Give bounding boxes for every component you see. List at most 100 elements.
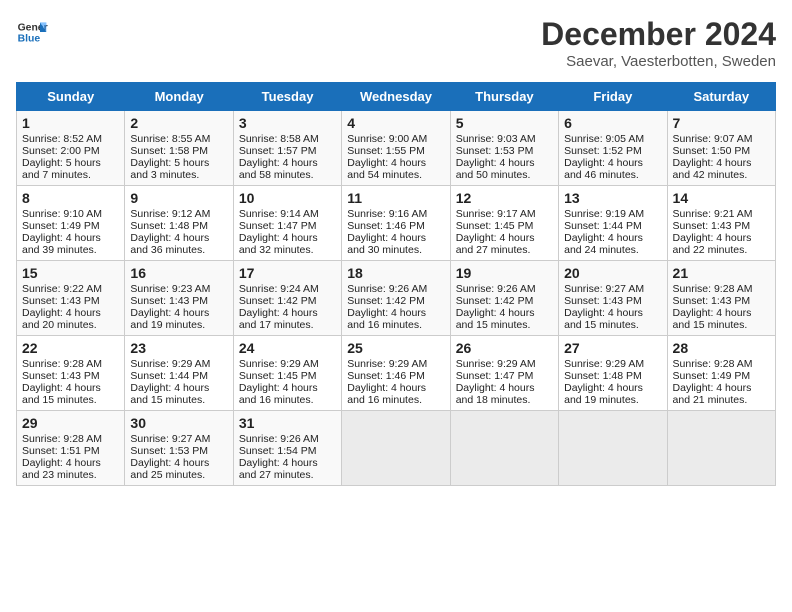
logo: General Blue bbox=[16, 16, 48, 48]
col-sunday: Sunday bbox=[17, 83, 125, 111]
daylight-text: Daylight: 4 hours and 15 minutes. bbox=[673, 307, 770, 331]
sunrise-text: Sunrise: 9:22 AM bbox=[22, 283, 119, 295]
calendar-week-row: 8Sunrise: 9:10 AMSunset: 1:49 PMDaylight… bbox=[17, 186, 776, 261]
daylight-text: Daylight: 5 hours and 7 minutes. bbox=[22, 157, 119, 181]
daylight-text: Daylight: 4 hours and 27 minutes. bbox=[239, 457, 336, 481]
table-row: 26Sunrise: 9:29 AMSunset: 1:47 PMDayligh… bbox=[450, 336, 558, 411]
day-number: 19 bbox=[456, 265, 553, 281]
daylight-text: Daylight: 4 hours and 20 minutes. bbox=[22, 307, 119, 331]
daylight-text: Daylight: 4 hours and 23 minutes. bbox=[22, 457, 119, 481]
sunset-text: Sunset: 1:46 PM bbox=[347, 370, 444, 382]
day-number: 26 bbox=[456, 340, 553, 356]
daylight-text: Daylight: 4 hours and 15 minutes. bbox=[130, 382, 227, 406]
table-row: 22Sunrise: 9:28 AMSunset: 1:43 PMDayligh… bbox=[17, 336, 125, 411]
day-number: 30 bbox=[130, 415, 227, 431]
col-monday: Monday bbox=[125, 83, 233, 111]
table-row: 14Sunrise: 9:21 AMSunset: 1:43 PMDayligh… bbox=[667, 186, 775, 261]
table-row: 3Sunrise: 8:58 AMSunset: 1:57 PMDaylight… bbox=[233, 111, 341, 186]
table-row: 20Sunrise: 9:27 AMSunset: 1:43 PMDayligh… bbox=[559, 261, 667, 336]
sunset-text: Sunset: 1:54 PM bbox=[239, 445, 336, 457]
sunrise-text: Sunrise: 8:55 AM bbox=[130, 133, 227, 145]
sunset-text: Sunset: 1:55 PM bbox=[347, 145, 444, 157]
sunset-text: Sunset: 2:00 PM bbox=[22, 145, 119, 157]
table-row: 27 Sunrise: 9:29 AMSunset: 1:48 PMDayligh… bbox=[559, 336, 667, 411]
sunrise-text: Sunrise: 9:29 AM bbox=[564, 358, 661, 370]
sunrise-text: Sunrise: 9:12 AM bbox=[130, 208, 227, 220]
day-number: 9 bbox=[130, 190, 227, 206]
daylight-text: Daylight: 4 hours and 32 minutes. bbox=[239, 232, 336, 256]
table-row: 15Sunrise: 9:22 AMSunset: 1:43 PMDayligh… bbox=[17, 261, 125, 336]
sunset-text: Sunset: 1:42 PM bbox=[239, 295, 336, 307]
sunrise-text: Sunrise: 9:26 AM bbox=[456, 283, 553, 295]
col-saturday: Saturday bbox=[667, 83, 775, 111]
day-number: 20 bbox=[564, 265, 661, 281]
logo-icon: General Blue bbox=[16, 16, 48, 48]
sunrise-text: Sunrise: 9:21 AM bbox=[673, 208, 770, 220]
sunrise-text: Sunrise: 8:58 AM bbox=[239, 133, 336, 145]
day-number: 14 bbox=[673, 190, 770, 206]
sunset-text: Sunset: 1:49 PM bbox=[673, 370, 770, 382]
sunrise-text: Sunrise: 9:03 AM bbox=[456, 133, 553, 145]
sunrise-text: Sunrise: 9:29 AM bbox=[456, 358, 553, 370]
sunrise-text: Sunrise: 9:07 AM bbox=[673, 133, 770, 145]
table-row: 10Sunrise: 9:14 AMSunset: 1:47 PMDayligh… bbox=[233, 186, 341, 261]
sunset-text: Sunset: 1:48 PM bbox=[564, 370, 661, 382]
daylight-text: Daylight: 4 hours and 25 minutes. bbox=[130, 457, 227, 481]
table-row: 13Sunrise: 9:19 AMSunset: 1:44 PMDayligh… bbox=[559, 186, 667, 261]
sunset-text: Sunset: 1:44 PM bbox=[130, 370, 227, 382]
col-wednesday: Wednesday bbox=[342, 83, 450, 111]
day-number: 24 bbox=[239, 340, 336, 356]
table-row: 11Sunrise: 9:16 AMSunset: 1:46 PMDayligh… bbox=[342, 186, 450, 261]
day-number: 11 bbox=[347, 190, 444, 206]
sunset-text: Sunset: 1:53 PM bbox=[456, 145, 553, 157]
day-number: 15 bbox=[22, 265, 119, 281]
day-number: 5 bbox=[456, 115, 553, 131]
sunrise-text: Sunrise: 9:19 AM bbox=[564, 208, 661, 220]
daylight-text: Daylight: 4 hours and 24 minutes. bbox=[564, 232, 661, 256]
table-row: 6Sunrise: 9:05 AMSunset: 1:52 PMDaylight… bbox=[559, 111, 667, 186]
table-row bbox=[559, 411, 667, 486]
daylight-text: Daylight: 4 hours and 17 minutes. bbox=[239, 307, 336, 331]
day-number: 22 bbox=[22, 340, 119, 356]
sunset-text: Sunset: 1:45 PM bbox=[456, 220, 553, 232]
sunset-text: Sunset: 1:49 PM bbox=[22, 220, 119, 232]
calendar-week-row: 1Sunrise: 8:52 AMSunset: 2:00 PMDaylight… bbox=[17, 111, 776, 186]
table-row: 1Sunrise: 8:52 AMSunset: 2:00 PMDaylight… bbox=[17, 111, 125, 186]
sunrise-text: Sunrise: 9:24 AM bbox=[239, 283, 336, 295]
calendar-table: Sunday Monday Tuesday Wednesday Thursday… bbox=[16, 82, 776, 486]
col-friday: Friday bbox=[559, 83, 667, 111]
calendar-title: December 2024 bbox=[541, 16, 776, 53]
sunset-text: Sunset: 1:47 PM bbox=[239, 220, 336, 232]
day-number: 29 bbox=[22, 415, 119, 431]
table-row: 28Sunrise: 9:28 AMSunset: 1:49 PMDayligh… bbox=[667, 336, 775, 411]
daylight-text: Daylight: 4 hours and 19 minutes. bbox=[564, 382, 661, 406]
sunrise-text: Sunrise: 9:27 AM bbox=[130, 433, 227, 445]
table-row: 21Sunrise: 9:28 AMSunset: 1:43 PMDayligh… bbox=[667, 261, 775, 336]
sunrise-text: Sunrise: 9:29 AM bbox=[347, 358, 444, 370]
day-number: 3 bbox=[239, 115, 336, 131]
sunrise-text: Sunrise: 9:23 AM bbox=[130, 283, 227, 295]
table-row: 4Sunrise: 9:00 AMSunset: 1:55 PMDaylight… bbox=[342, 111, 450, 186]
sunset-text: Sunset: 1:51 PM bbox=[22, 445, 119, 457]
daylight-text: Daylight: 4 hours and 39 minutes. bbox=[22, 232, 119, 256]
table-row: 29Sunrise: 9:28 AMSunset: 1:51 PMDayligh… bbox=[17, 411, 125, 486]
day-number: 31 bbox=[239, 415, 336, 431]
daylight-text: Daylight: 5 hours and 3 minutes. bbox=[130, 157, 227, 181]
day-number: 8 bbox=[22, 190, 119, 206]
day-number: 27 bbox=[564, 340, 661, 356]
calendar-header-row: Sunday Monday Tuesday Wednesday Thursday… bbox=[17, 83, 776, 111]
table-row: 16Sunrise: 9:23 AMSunset: 1:43 PMDayligh… bbox=[125, 261, 233, 336]
daylight-text: Daylight: 4 hours and 50 minutes. bbox=[456, 157, 553, 181]
table-row: 17Sunrise: 9:24 AMSunset: 1:42 PMDayligh… bbox=[233, 261, 341, 336]
sunrise-text: Sunrise: 9:27 AM bbox=[564, 283, 661, 295]
table-row bbox=[667, 411, 775, 486]
table-row: 12Sunrise: 9:17 AMSunset: 1:45 PMDayligh… bbox=[450, 186, 558, 261]
day-number: 10 bbox=[239, 190, 336, 206]
daylight-text: Daylight: 4 hours and 18 minutes. bbox=[456, 382, 553, 406]
sunrise-text: Sunrise: 9:17 AM bbox=[456, 208, 553, 220]
daylight-text: Daylight: 4 hours and 15 minutes. bbox=[564, 307, 661, 331]
daylight-text: Daylight: 4 hours and 27 minutes. bbox=[456, 232, 553, 256]
daylight-text: Daylight: 4 hours and 36 minutes. bbox=[130, 232, 227, 256]
day-number: 6 bbox=[564, 115, 661, 131]
day-number: 21 bbox=[673, 265, 770, 281]
